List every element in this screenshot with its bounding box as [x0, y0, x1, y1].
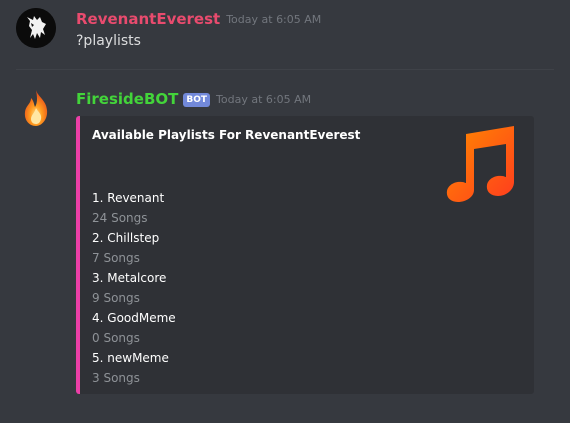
playlist-list: 1. Revenant 24 Songs 2. Chillstep 7 Song…	[92, 188, 176, 388]
playlist-song-count: 9 Songs	[92, 291, 140, 305]
playlist-song-count: 3 Songs	[92, 371, 140, 385]
message-content: ?playlists	[76, 33, 141, 49]
chat-messages: RevenantEverest Today at 6:05 AM ?playlis…	[0, 0, 570, 423]
fire-emoji-icon[interactable]	[16, 88, 56, 128]
playlist-song-count: 0 Songs	[92, 331, 140, 345]
timestamp: Today at 6:05 AM	[226, 13, 322, 26]
music-note-icon	[442, 124, 518, 202]
playlist-name: 5. newMeme	[92, 351, 169, 365]
timestamp: Today at 6:05 AM	[216, 93, 312, 106]
username-text[interactable]: RevenantEverest	[76, 10, 220, 28]
bot-badge: BOT	[183, 93, 211, 107]
username-text[interactable]: FiresideBOT	[76, 90, 178, 108]
playlist-song-count: 7 Songs	[92, 251, 140, 265]
playlist-embed: Available Playlists For RevenantEverest …	[76, 116, 534, 394]
playlist-song-count: 24 Songs	[92, 211, 148, 225]
playlist-name: 1. Revenant	[92, 191, 165, 205]
author-name[interactable]: FiresideBOT BOT Today at 6:05 AM	[76, 89, 311, 111]
playlist-name: 4. GoodMeme	[92, 311, 176, 325]
playlist-name: 2. Chillstep	[92, 231, 160, 245]
wolf-howling-icon[interactable]	[16, 8, 56, 48]
author-name[interactable]: RevenantEverest Today at 6:05 AM	[76, 9, 321, 31]
message-revenanteverest: RevenantEverest Today at 6:05 AM ?playlis…	[0, 0, 570, 70]
message-firesidebot: FiresideBOT BOT Today at 6:05 AM Available…	[0, 80, 570, 423]
message-divider	[16, 69, 554, 70]
playlist-name: 3. Metalcore	[92, 271, 167, 285]
